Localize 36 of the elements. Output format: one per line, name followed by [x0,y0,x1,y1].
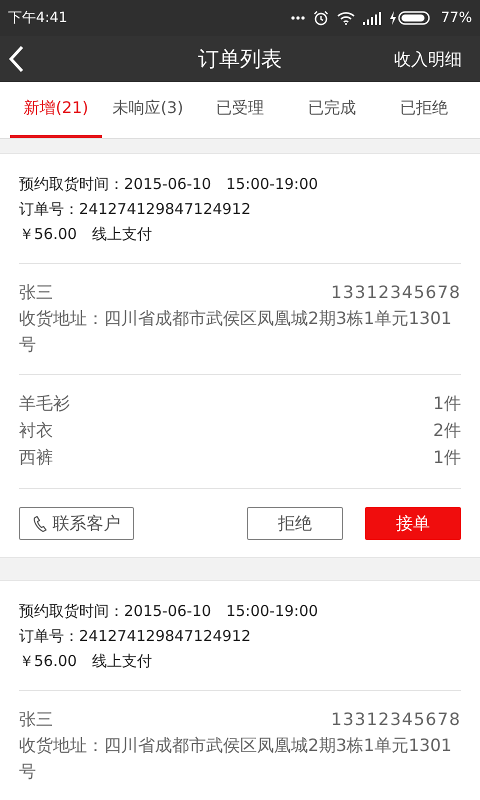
payment-info: ￥56.00 线上支付 [19,224,153,245]
tab[interactable]: 已拒绝 [378,82,470,138]
tab[interactable]: 新增(21) [10,82,102,138]
tab[interactable]: 未响应(3) [102,82,194,138]
contact-customer-button[interactable]: 联系客户 [19,507,134,540]
customer-name: 张三 [19,282,53,305]
battery-percent: 77% [440,10,472,26]
delivery-address: 收货地址：四川省成都市武侯区凤凰城2期3栋1单元1301号 [19,308,453,357]
item-quantity: 1件 [433,447,461,470]
phone-icon [32,514,48,532]
back-icon[interactable] [8,45,24,73]
item-quantity: 1件 [433,393,461,416]
phone-number: 13312345678 [331,709,461,732]
accept-button[interactable]: 接单 [365,507,461,540]
page-title: 订单列表 [198,46,282,73]
more-dots-icon [290,16,305,20]
reject-button[interactable]: 拒绝 [247,507,343,540]
tab[interactable]: 已完成 [286,82,378,138]
income-details-link[interactable]: 收入明细 [394,48,462,70]
item-quantity: 2件 [433,420,461,443]
item-name: 西裤 [19,447,53,470]
phone-number: 13312345678 [331,282,461,305]
payment-info: ￥56.00 线上支付 [19,651,153,672]
pickup-time: 预约取货时间：2015-06-10 15:00-19:00 [19,174,320,195]
wifi-icon [336,11,355,25]
alarm-clock-icon [312,10,329,26]
order-number: 订单号：241274129847124912 [19,626,252,647]
pickup-time: 预约取货时间：2015-06-10 15:00-19:00 [19,601,320,622]
item-name: 羊毛衫 [19,393,70,416]
signal-icon [362,12,381,24]
tab[interactable]: 已受理 [194,82,286,138]
customer-name: 张三 [19,709,53,732]
order-number: 订单号：241274129847124912 [19,199,252,220]
item-name: 衬衣 [19,420,53,443]
delivery-address: 收货地址：四川省成都市武侯区凤凰城2期3栋1单元1301号 [19,735,453,784]
status-time: 下午4:41 [8,9,68,27]
